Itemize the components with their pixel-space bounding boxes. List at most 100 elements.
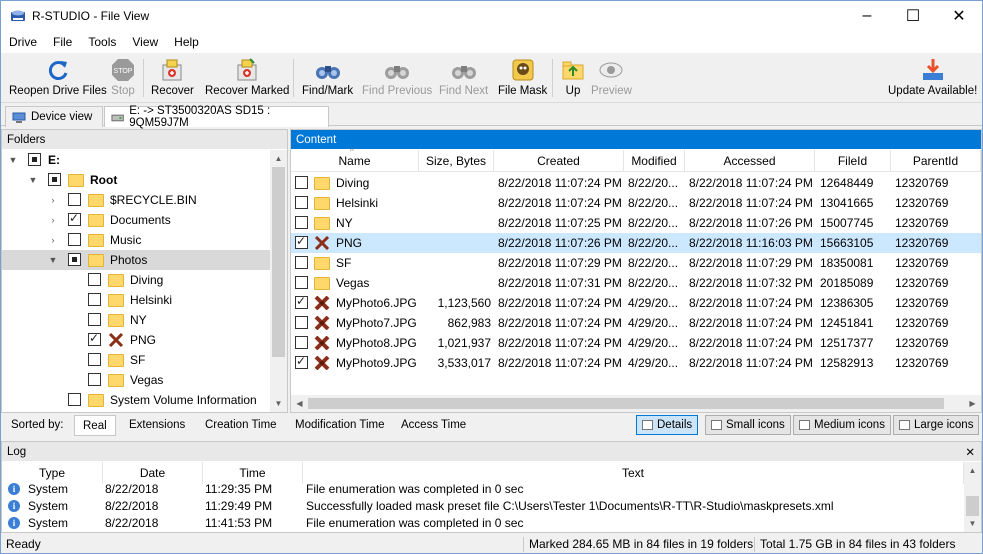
file-row[interactable]: SF 8/22/2018 11:07:29 PM 8/22/20... 8/22/20… — [291, 253, 981, 273]
expand-chevron-icon[interactable]: › — [48, 195, 58, 205]
file-row[interactable]: MyPhoto6.JPG 1,123,560 8/22/2018 11:07:24 … — [291, 293, 981, 313]
minimize-button[interactable]: – — [844, 1, 890, 31]
folder-tree-item[interactable]: › Music — [2, 230, 270, 250]
recover-button[interactable]: Recover — [151, 57, 194, 101]
log-close-icon[interactable]: ✕ — [965, 445, 975, 459]
content-horizontal-scrollbar[interactable]: ◀ ▶ — [291, 395, 981, 412]
folder-tree-item[interactable]: › Documents — [2, 210, 270, 230]
file-checkbox[interactable] — [295, 234, 308, 249]
column-modified[interactable]: Modified — [624, 150, 685, 172]
file-row[interactable]: MyPhoto7.JPG 862,983 8/22/2018 11:07:24 PM… — [291, 313, 981, 333]
folder-checkbox[interactable] — [68, 211, 81, 226]
folder-tree-item[interactable]: Helsinki — [2, 290, 270, 310]
reopen-drive-files-button[interactable]: Reopen Drive Files — [9, 57, 107, 101]
column-name[interactable]: Name ^ — [291, 147, 419, 172]
folder-checkbox[interactable] — [48, 173, 61, 186]
file-row[interactable]: MyPhoto9.JPG 3,533,017 8/22/2018 11:07:24 … — [291, 353, 981, 373]
file-row[interactable]: PNG 8/22/2018 11:07:26 PM 8/22/20... 8/22/2… — [291, 233, 981, 253]
update-available-button[interactable]: Update Available! — [888, 57, 977, 101]
tab-drive-e[interactable]: E: -> ST3500320AS SD15 : 9QM59J7M — [104, 105, 329, 129]
collapse-chevron-icon[interactable]: ▼ — [8, 155, 18, 165]
folder-checkbox[interactable] — [88, 373, 101, 386]
sort-real[interactable]: Real — [74, 415, 116, 436]
file-row[interactable]: MyPhoto8.JPG 1,021,937 8/22/2018 11:07:24 … — [291, 333, 981, 353]
sort-extensions[interactable]: Extensions — [121, 415, 193, 436]
column-created[interactable]: Created — [494, 150, 624, 172]
up-button[interactable]: Up — [560, 57, 586, 101]
close-window-button[interactable]: ✕ — [936, 1, 982, 31]
maximize-button[interactable]: ☐ — [890, 1, 936, 31]
scroll-thumb[interactable] — [272, 167, 285, 357]
find-mark-button[interactable]: Find/Mark — [302, 57, 353, 101]
log-row[interactable]: i System 8/22/2018 11:29:49 PM Successfully … — [2, 498, 964, 515]
file-row[interactable]: Helsinki 8/22/2018 11:07:24 PM 8/22/20... 8… — [291, 193, 981, 213]
recover-marked-button[interactable]: Recover Marked — [205, 57, 289, 101]
file-checkbox[interactable] — [295, 256, 308, 269]
log-scroll-thumb[interactable] — [966, 496, 979, 516]
folder-checkbox[interactable] — [68, 253, 81, 266]
folder-checkbox[interactable] — [28, 153, 41, 166]
file-checkbox[interactable] — [295, 196, 308, 209]
collapse-chevron-icon[interactable]: ▼ — [48, 255, 58, 265]
preview-button[interactable]: Preview — [591, 57, 632, 101]
folder-tree-item[interactable]: SF — [2, 350, 270, 370]
folder-tree-item[interactable]: NY — [2, 310, 270, 330]
column-fileid[interactable]: FileId — [815, 150, 891, 172]
folder-tree-item[interactable]: › $RECYCLE.BIN — [2, 190, 270, 210]
menu-tools[interactable]: Tools — [80, 35, 124, 49]
view-details-button[interactable]: Details — [636, 415, 699, 435]
find-next-button[interactable]: Find Next — [439, 57, 488, 101]
file-checkbox[interactable] — [295, 216, 308, 229]
column-size[interactable]: Size, Bytes — [419, 150, 494, 172]
log-row[interactable]: i System 8/22/2018 11:29:35 PM File enumerat… — [2, 481, 964, 498]
file-checkbox[interactable] — [295, 294, 308, 309]
folder-checkbox[interactable] — [88, 273, 101, 286]
folder-checkbox[interactable] — [88, 313, 101, 326]
sort-creation-time[interactable]: Creation Time — [197, 415, 285, 436]
folder-checkbox[interactable] — [68, 233, 81, 246]
file-checkbox[interactable] — [295, 316, 308, 329]
log-scroll-up-icon[interactable]: ▲ — [964, 462, 981, 479]
scroll-thumb-horizontal[interactable] — [308, 398, 944, 409]
file-row[interactable]: NY 8/22/2018 11:07:25 PM 8/22/20... 8/22/20… — [291, 213, 981, 233]
folder-tree-item[interactable]: ▼ Photos — [2, 250, 270, 270]
folder-tree-item[interactable]: System Volume Information — [2, 390, 270, 410]
find-previous-button[interactable]: Find Previous — [362, 57, 432, 101]
scroll-up-arrow-icon[interactable]: ▲ — [270, 150, 287, 167]
scroll-down-arrow-icon[interactable]: ▼ — [270, 395, 287, 412]
folder-checkbox[interactable] — [68, 393, 81, 406]
folder-checkbox[interactable] — [88, 293, 101, 306]
menu-help[interactable]: Help — [166, 35, 207, 49]
stop-button[interactable]: STOP Stop — [110, 57, 136, 101]
folder-tree-item[interactable]: ▼ E: — [2, 150, 270, 170]
collapse-chevron-icon[interactable]: ▼ — [28, 175, 38, 185]
view-medium-icons-button[interactable]: Medium icons — [793, 415, 891, 435]
column-accessed[interactable]: Accessed — [685, 150, 815, 172]
view-small-icons-button[interactable]: Small icons — [705, 415, 791, 435]
file-checkbox[interactable] — [295, 276, 308, 289]
folder-tree-item[interactable]: ▼ Root — [2, 170, 270, 190]
file-row[interactable]: Diving 8/22/2018 11:07:24 PM 8/22/20... 8/2… — [291, 173, 981, 193]
log-row[interactable]: i System 8/22/2018 11:41:53 PM File enumerat… — [2, 515, 964, 532]
menu-view[interactable]: View — [124, 35, 166, 49]
menu-file[interactable]: File — [45, 35, 80, 49]
expand-chevron-icon[interactable]: › — [48, 235, 58, 245]
folder-checkbox[interactable] — [68, 193, 81, 206]
sort-modification-time[interactable]: Modification Time — [287, 415, 392, 436]
file-mask-button[interactable]: File Mask — [498, 57, 547, 101]
file-checkbox[interactable] — [295, 354, 308, 369]
folder-tree-item[interactable]: Vegas — [2, 370, 270, 390]
scroll-left-arrow-icon[interactable]: ◀ — [291, 395, 308, 412]
file-row[interactable]: Vegas 8/22/2018 11:07:31 PM 8/22/20... 8/22… — [291, 273, 981, 293]
log-scroll-down-icon[interactable]: ▼ — [964, 515, 981, 532]
scroll-right-arrow-icon[interactable]: ▶ — [964, 395, 981, 412]
view-large-icons-button[interactable]: Large icons — [893, 415, 980, 435]
file-checkbox[interactable] — [295, 336, 308, 349]
sort-access-time[interactable]: Access Time — [393, 415, 474, 436]
folders-scrollbar[interactable]: ▲ ▼ — [270, 150, 287, 412]
file-checkbox[interactable] — [295, 176, 308, 189]
column-parentid[interactable]: ParentId — [891, 150, 981, 172]
log-scrollbar[interactable]: ▲ ▼ — [964, 462, 981, 532]
folder-tree-item[interactable]: Diving — [2, 270, 270, 290]
tab-device-view[interactable]: Device view — [5, 106, 103, 127]
